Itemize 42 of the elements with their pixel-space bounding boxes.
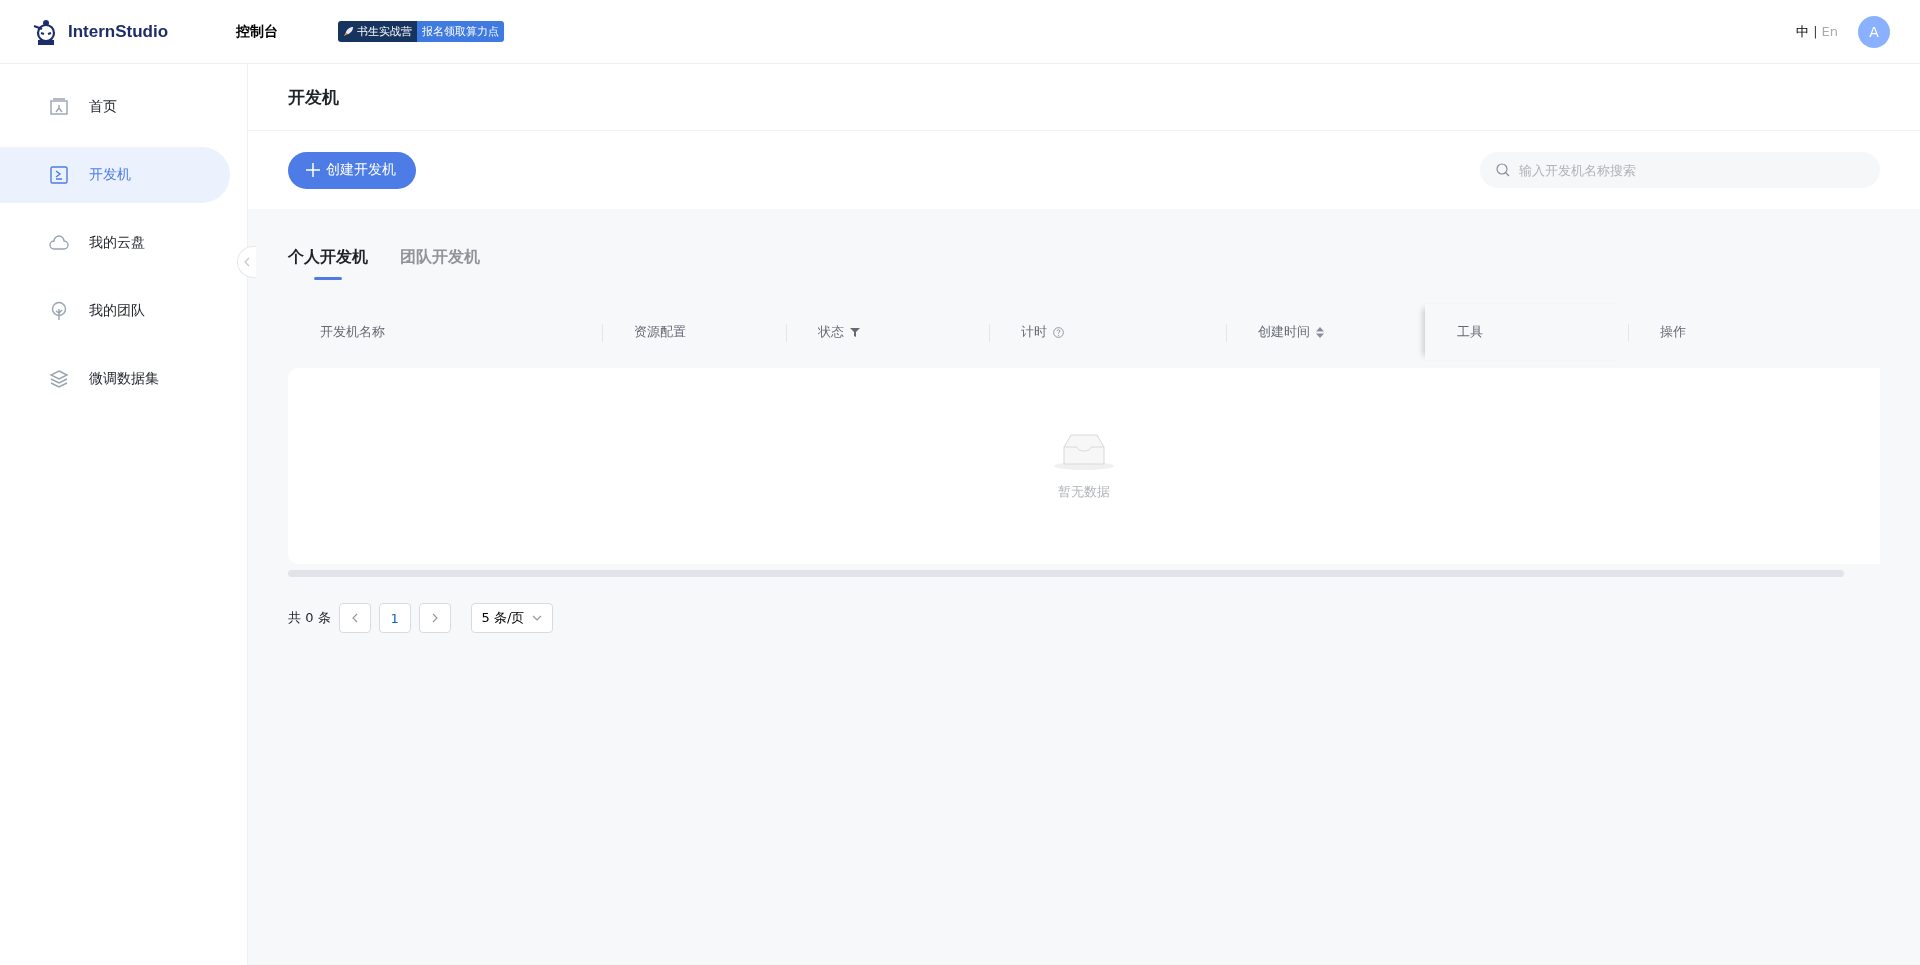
help-icon[interactable] — [1053, 326, 1064, 338]
tree-icon — [49, 301, 69, 321]
terminal-icon — [49, 165, 69, 185]
nav-link[interactable]: 控制台 — [236, 22, 279, 41]
column-header: 工具 — [1457, 323, 1483, 341]
rocket-icon — [343, 26, 355, 37]
sidebar-item[interactable]: 我的团队 — [0, 283, 230, 339]
chevron-down-icon — [532, 614, 543, 622]
column-header: 计时 — [1021, 323, 1047, 341]
sidebar-item[interactable]: 首页 — [0, 79, 230, 135]
column-header: 操作 — [1660, 323, 1686, 341]
sidebar-item[interactable]: 我的云盘 — [0, 215, 230, 271]
page-button[interactable]: 1 — [378, 603, 411, 633]
monitor-icon — [49, 97, 69, 117]
sort-icon[interactable] — [1316, 326, 1324, 338]
chevron-left-icon — [243, 257, 251, 267]
sidebar-item[interactable]: 开发机 — [0, 147, 230, 203]
column-header: 开发机名称 — [320, 323, 385, 341]
column-header: 创建时间 — [1258, 323, 1310, 341]
tab[interactable]: 个人开发机 — [288, 239, 368, 280]
search-field[interactable]: 输入开发机名称搜索 — [1480, 152, 1880, 188]
filter-icon[interactable] — [850, 327, 860, 337]
column-header: 状态 — [818, 323, 844, 341]
cloud-icon — [49, 233, 69, 253]
next-page-button[interactable] — [418, 603, 451, 633]
total-count: 共 0 条 — [288, 609, 331, 627]
language-option[interactable]: 中 — [1796, 22, 1810, 41]
separator: | — [1813, 24, 1818, 39]
logo-text: InternStudio — [68, 21, 169, 42]
prev-page-button[interactable] — [338, 603, 371, 633]
chevron-left-icon — [350, 613, 359, 623]
empty-inbox-icon — [1052, 431, 1116, 471]
sidebar-item[interactable]: 微调数据集 — [0, 351, 230, 407]
chevron-right-icon — [430, 613, 439, 623]
page-size-select[interactable]: 5 条/页 — [470, 603, 554, 633]
plus-icon — [306, 163, 320, 177]
empty-text: 暂无数据 — [1058, 483, 1110, 501]
collapse-button[interactable] — [237, 246, 256, 278]
layers-icon — [49, 369, 69, 389]
create-button[interactable]: 创建开发机 — [288, 151, 416, 189]
column-header: 资源配置 — [634, 323, 686, 341]
page-title: 开发机 — [288, 85, 339, 109]
